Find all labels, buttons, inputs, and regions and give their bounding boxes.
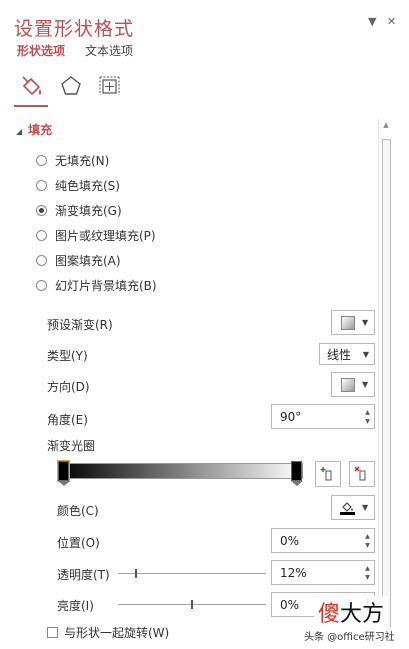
radio-label: 图案填充(A) bbox=[55, 254, 121, 268]
spin-down-icon[interactable]: ▼ bbox=[365, 417, 370, 426]
brightness-slider-thumb[interactable] bbox=[191, 600, 193, 609]
gradient-type-select[interactable]: 线性 ▼ bbox=[319, 343, 375, 365]
stop-brightness-value[interactable]: 0% bbox=[280, 598, 299, 612]
section-fill-header[interactable]: ◢ 填充 bbox=[16, 121, 52, 138]
stop-position-label: 位置(O) bbox=[57, 536, 100, 550]
active-tab-indicator bbox=[14, 105, 48, 107]
radio-button[interactable] bbox=[36, 180, 47, 191]
radio-slide-background-fill[interactable]: 幻灯片背景填充(B) bbox=[36, 277, 157, 294]
gradient-stop-pointer bbox=[58, 481, 70, 486]
remove-gradient-stop-button[interactable] bbox=[349, 461, 375, 487]
collapse-triangle-icon: ◢ bbox=[16, 127, 23, 136]
gradient-stops-bar[interactable] bbox=[57, 463, 303, 479]
watermark-caption: 头条 @office研习社 bbox=[300, 627, 399, 644]
close-button[interactable]: ✕ bbox=[387, 15, 396, 28]
stop-brightness-label: 亮度(I) bbox=[57, 599, 94, 613]
chevron-down-icon: ▼ bbox=[362, 380, 369, 389]
scroll-up-arrow-icon[interactable]: ▲ bbox=[379, 121, 393, 129]
radio-pattern-fill[interactable]: 图案填充(A) bbox=[36, 252, 121, 269]
spin-up-icon[interactable]: ▲ bbox=[365, 532, 370, 541]
radio-picture-fill[interactable]: 图片或纹理填充(P) bbox=[36, 227, 156, 244]
radio-button[interactable] bbox=[36, 155, 47, 166]
watermark-logo: 傻大方 bbox=[314, 596, 389, 628]
radio-no-fill[interactable]: 无填充(N) bbox=[36, 152, 109, 169]
pane-options-button[interactable]: ▼ bbox=[368, 15, 376, 28]
gradient-direction-dropdown[interactable]: ▼ bbox=[331, 372, 375, 397]
stop-position-spinner[interactable]: 0% ▲ ▼ bbox=[271, 528, 375, 553]
radio-gradient-fill[interactable]: 渐变填充(G) bbox=[36, 202, 122, 219]
gradient-stop[interactable] bbox=[291, 461, 302, 481]
transparency-slider-thumb[interactable] bbox=[134, 569, 137, 578]
pane-title: 设置形状格式 bbox=[14, 18, 135, 40]
preset-gradient-dropdown[interactable]: ▼ bbox=[331, 310, 375, 335]
spin-up-icon[interactable]: ▲ bbox=[365, 564, 370, 573]
gradient-type-label: 类型(Y) bbox=[47, 349, 88, 363]
spinner-arrows[interactable]: ▲▼ bbox=[361, 529, 374, 552]
tab-text-options[interactable]: 文本选项 bbox=[85, 42, 133, 59]
effects-tab[interactable] bbox=[56, 71, 86, 101]
scroll-thumb[interactable] bbox=[382, 139, 391, 639]
chevron-down-icon: ▼ bbox=[362, 349, 369, 359]
stop-transparency-value[interactable]: 12% bbox=[280, 566, 307, 580]
radio-label: 无填充(N) bbox=[55, 154, 110, 168]
gradient-angle-value[interactable]: 90° bbox=[280, 410, 301, 424]
remove-stop-icon bbox=[354, 466, 366, 481]
spin-up-icon[interactable]: ▲ bbox=[365, 408, 370, 417]
transparency-slider-track[interactable] bbox=[118, 573, 266, 574]
direction-swatch-icon bbox=[341, 377, 355, 392]
scrollbar[interactable]: ▲ bbox=[378, 119, 392, 639]
fill-line-tab[interactable] bbox=[17, 71, 47, 101]
section-fill-title: 填充 bbox=[28, 123, 53, 137]
spin-down-icon[interactable]: ▼ bbox=[365, 573, 370, 582]
gradient-swatch-icon bbox=[341, 315, 355, 330]
stop-color-dropdown[interactable]: ▼ bbox=[331, 495, 375, 520]
size-properties-icon bbox=[99, 76, 120, 95]
radio-button[interactable] bbox=[36, 255, 47, 266]
tab-shape-options[interactable]: 形状选项 bbox=[17, 42, 65, 59]
effects-pentagon-icon bbox=[61, 76, 81, 95]
stop-color-label: 颜色(C) bbox=[57, 504, 99, 518]
radio-button[interactable] bbox=[36, 280, 47, 291]
paint-bucket-icon bbox=[340, 500, 355, 515]
gradient-type-value: 线性 bbox=[327, 347, 352, 362]
size-properties-tab[interactable] bbox=[94, 71, 124, 101]
spin-down-icon[interactable]: ▼ bbox=[365, 541, 370, 550]
add-gradient-stop-button[interactable] bbox=[315, 461, 341, 487]
radio-label: 图片或纹理填充(P) bbox=[55, 229, 156, 243]
gradient-direction-label: 方向(D) bbox=[47, 380, 90, 394]
rotate-with-shape-label: 与形状一起旋转(W) bbox=[64, 626, 170, 640]
rotate-with-shape-checkbox-row[interactable]: 与形状一起旋转(W) bbox=[47, 624, 169, 641]
gradient-stops-label: 渐变光圈 bbox=[47, 439, 96, 453]
radio-button-selected[interactable] bbox=[36, 205, 47, 216]
preset-gradient-label: 预设渐变(R) bbox=[47, 318, 113, 332]
radio-label: 幻灯片背景填充(B) bbox=[55, 279, 157, 293]
add-stop-icon bbox=[320, 467, 332, 481]
spinner-arrows[interactable]: ▲▼ bbox=[361, 561, 374, 584]
gradient-stop-pointer bbox=[291, 481, 303, 486]
stop-position-value[interactable]: 0% bbox=[280, 534, 299, 548]
fill-line-icon bbox=[22, 76, 41, 96]
gradient-stop-selected[interactable] bbox=[57, 460, 70, 482]
stop-transparency-label: 透明度(T) bbox=[57, 568, 110, 582]
spinner-arrows[interactable]: ▲▼ bbox=[361, 405, 374, 428]
rotate-with-shape-checkbox[interactable] bbox=[47, 627, 58, 638]
radio-label: 纯色填充(S) bbox=[55, 179, 120, 193]
radio-solid-fill[interactable]: 纯色填充(S) bbox=[36, 177, 120, 194]
chevron-down-icon: ▼ bbox=[362, 318, 369, 327]
close-icon: ✕ bbox=[387, 15, 397, 28]
radio-label: 渐变填充(G) bbox=[55, 204, 122, 218]
chevron-down-icon: ▼ bbox=[368, 15, 377, 28]
gradient-angle-spinner[interactable]: 90° ▲ ▼ bbox=[271, 404, 375, 429]
gradient-angle-label: 角度(E) bbox=[47, 413, 88, 427]
chevron-down-icon: ▼ bbox=[362, 503, 369, 512]
radio-button[interactable] bbox=[36, 230, 47, 241]
stop-transparency-spinner[interactable]: 12% ▲ ▼ bbox=[271, 560, 375, 585]
